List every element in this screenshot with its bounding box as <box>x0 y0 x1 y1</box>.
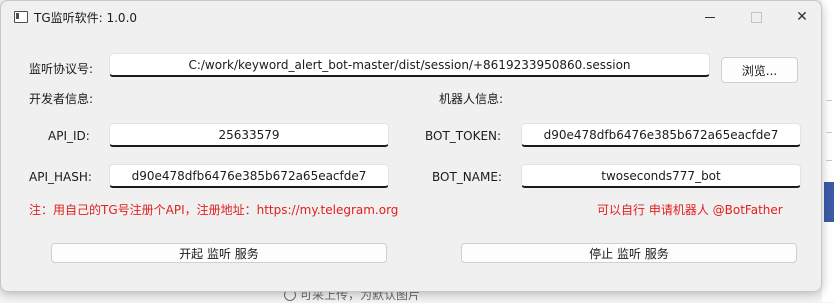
background-divider <box>826 132 832 133</box>
bot-token-label: BOT_TOKEN: <box>425 129 502 143</box>
api-registration-note: 注：用自己的TG号注册个API，注册地址：https://my.telegram… <box>29 203 399 217</box>
minimize-icon <box>705 16 715 18</box>
protocol-label: 监听协议号: <box>29 62 94 76</box>
bot-name-label: BOT_NAME: <box>432 170 502 184</box>
start-service-button[interactable]: 开起 监听 服务 <box>51 243 387 263</box>
background-app-edge <box>822 0 834 302</box>
close-icon: ✕ <box>796 9 808 25</box>
maximize-button[interactable] <box>733 1 779 33</box>
background-divider <box>826 160 832 161</box>
session-path-field[interactable]: C:/work/keyword_alert_bot-master/dist/se… <box>109 53 710 77</box>
bot-token-field[interactable]: d90e478dfb6476e385b672a65eacfde7 <box>521 123 801 147</box>
api-hash-field[interactable]: d90e478dfb6476e385b672a65eacfde7 <box>109 164 389 188</box>
app-window: TG监听软件: 1.0.0 ✕ 监听协议号: C:/work/keyword_a… <box>0 0 822 292</box>
title-bar[interactable]: TG监听软件: 1.0.0 ✕ <box>1 1 821 33</box>
browse-button[interactable]: 浏览... <box>721 57 798 83</box>
maximize-icon <box>750 11 762 23</box>
background-divider <box>826 100 832 101</box>
bot-info-heading: 机器人信息: <box>439 92 504 106</box>
app-window-icon <box>14 11 28 23</box>
close-button[interactable]: ✕ <box>779 1 821 33</box>
stop-service-button[interactable]: 停止 监听 服务 <box>461 243 797 263</box>
background-accent-bar <box>824 182 834 222</box>
window-title: TG监听软件: 1.0.0 <box>34 11 138 25</box>
api-id-field[interactable]: 25633579 <box>109 123 389 147</box>
api-id-label: API_ID: <box>48 129 90 143</box>
api-hash-label: API_HASH: <box>29 170 92 184</box>
developer-info-heading: 开发者信息: <box>29 92 94 106</box>
botfather-note: 可以自行 申请机器人 @BotFather <box>597 203 783 217</box>
bot-name-field[interactable]: twoseconds777_bot <box>521 164 801 188</box>
minimize-button[interactable] <box>687 1 733 33</box>
